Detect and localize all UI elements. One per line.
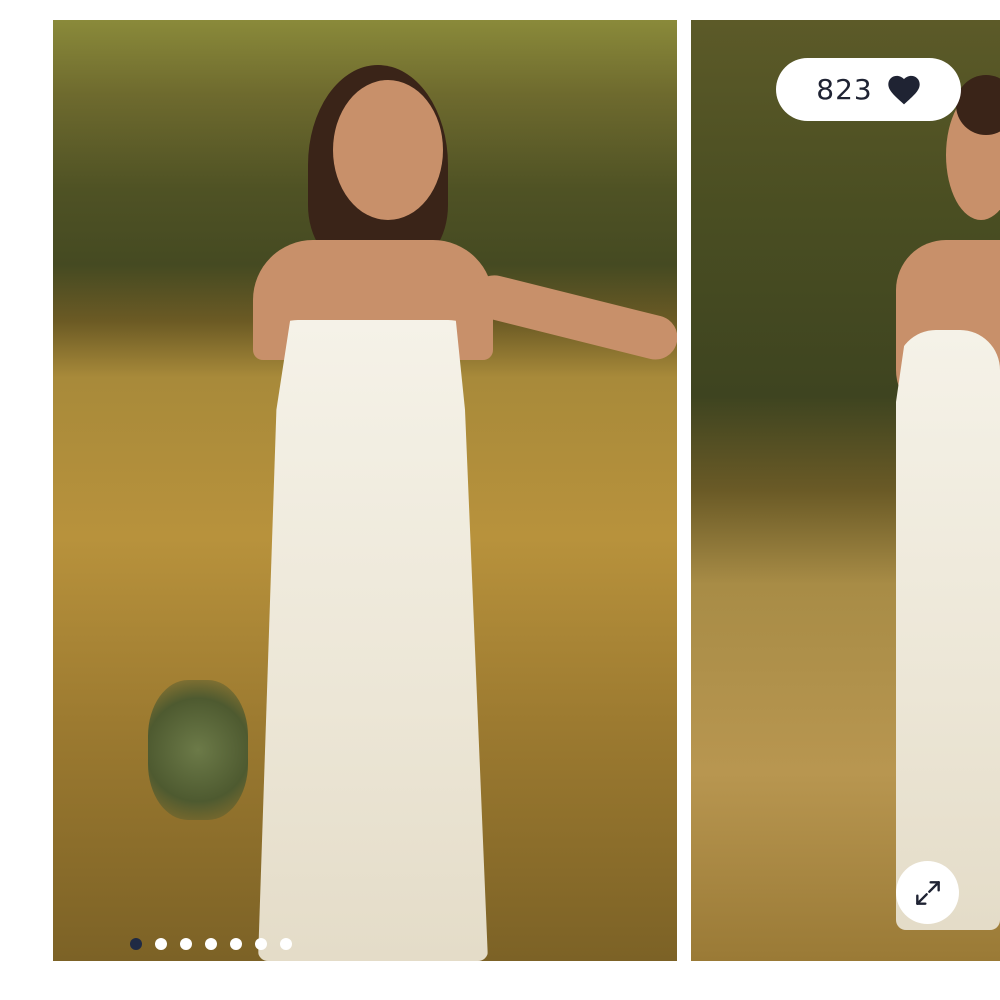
carousel-dot[interactable] xyxy=(255,938,267,950)
bouquet xyxy=(148,680,248,820)
product-image-1[interactable] xyxy=(53,20,677,961)
carousel-dot[interactable] xyxy=(130,938,142,950)
product-image-2[interactable] xyxy=(691,20,1000,961)
product-gallery: 823 xyxy=(0,0,1000,1000)
white-dress xyxy=(896,330,1000,930)
likes-button[interactable]: 823 xyxy=(776,58,961,121)
model-arm xyxy=(467,270,677,365)
heart-icon xyxy=(888,75,920,104)
carousel-dot[interactable] xyxy=(180,938,192,950)
expand-icon xyxy=(915,880,940,905)
carousel-dot[interactable] xyxy=(205,938,217,950)
carousel-dot[interactable] xyxy=(155,938,167,950)
white-dress xyxy=(258,320,488,961)
model-head xyxy=(333,80,443,220)
expand-button[interactable] xyxy=(896,861,959,924)
carousel-dot[interactable] xyxy=(230,938,242,950)
likes-count: 823 xyxy=(816,73,873,106)
carousel-dot[interactable] xyxy=(280,938,292,950)
carousel-dots xyxy=(130,938,292,950)
